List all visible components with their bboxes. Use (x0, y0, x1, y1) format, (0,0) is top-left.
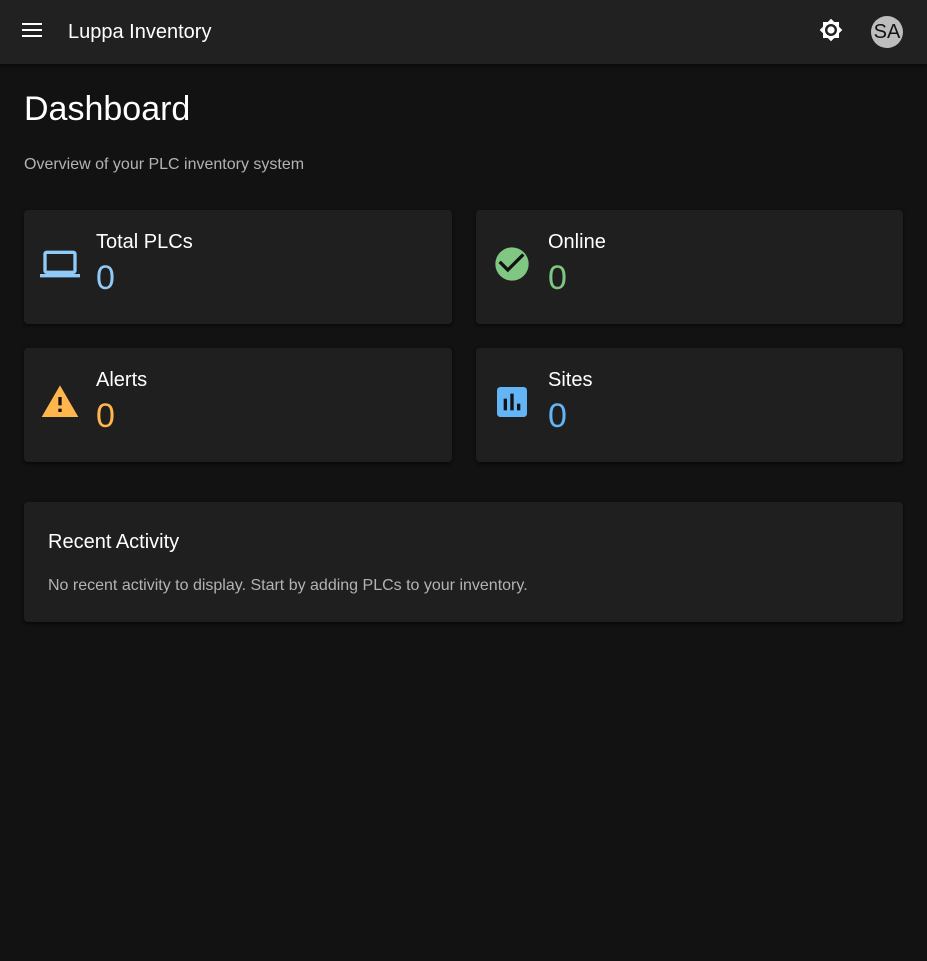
page-subtitle: Overview of your PLC inventory system (24, 156, 305, 173)
stat-card-online: Online 0 (476, 210, 903, 324)
check-circle-icon (492, 244, 532, 284)
stat-card-sites: Sites 0 (476, 348, 903, 462)
app-title: Luppa Inventory (68, 21, 212, 43)
stat-value: 0 (96, 259, 115, 297)
menu-icon (22, 22, 42, 42)
stat-card-alerts: Alerts 0 (24, 348, 452, 462)
stat-label: Alerts (96, 369, 148, 391)
menu-button[interactable] (12, 12, 52, 52)
page-title: Dashboard (24, 90, 191, 128)
bar-chart-icon (492, 382, 532, 422)
stat-label: Online (548, 231, 606, 253)
stat-value: 0 (548, 259, 567, 297)
stat-value: 0 (96, 397, 115, 435)
recent-activity-card: Recent Activity No recent activity to di… (24, 502, 903, 622)
stat-label: Sites (548, 369, 593, 391)
warning-icon (40, 382, 80, 422)
app-bar: Luppa Inventory SA (0, 0, 927, 64)
theme-toggle-button[interactable] (811, 12, 851, 52)
stat-card-total-plcs: Total PLCs 0 (24, 210, 452, 324)
stat-value: 0 (548, 397, 567, 435)
recent-activity-title: Recent Activity (48, 531, 180, 553)
brightness-icon (819, 18, 843, 47)
avatar[interactable]: SA (871, 16, 903, 48)
laptop-icon (40, 244, 80, 284)
recent-activity-empty-text: No recent activity to display. Start by … (48, 577, 528, 594)
stat-label: Total PLCs (96, 231, 193, 253)
